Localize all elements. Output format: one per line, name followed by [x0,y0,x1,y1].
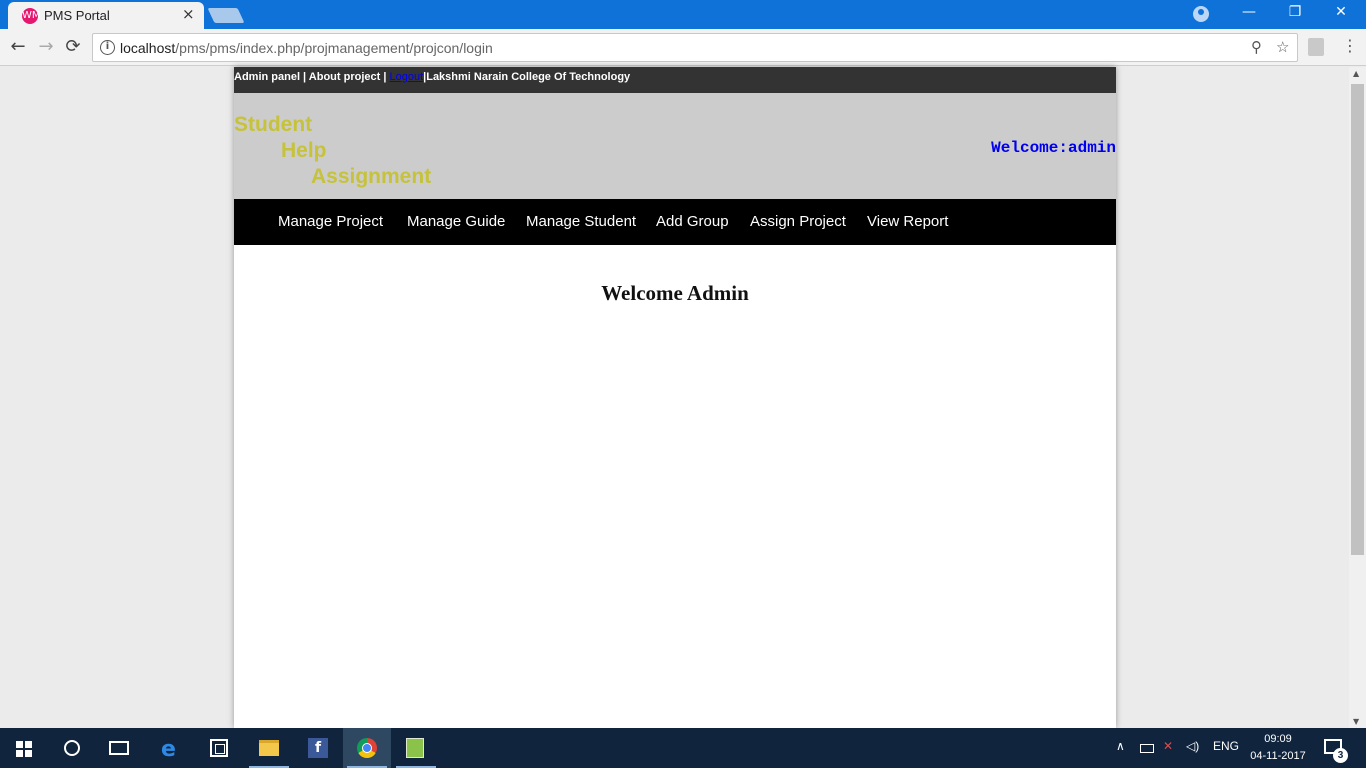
menu-assign-project[interactable]: Assign Project [750,213,846,230]
tray-overflow-icon[interactable]: ∧ [1116,739,1125,753]
scroll-up-icon[interactable]: ▲ [1353,69,1359,78]
scroll-down-icon[interactable]: ▼ [1353,717,1359,726]
browser-toolbar: ← → ⟳ i localhost/pms/pms/index.php/proj… [0,29,1366,66]
facebook-icon: f [308,738,328,758]
taskbar-edge[interactable]: e [147,728,195,768]
network-icon[interactable]: ✕ [1163,739,1173,753]
menu-add-group[interactable]: Add Group [656,213,729,230]
forward-icon[interactable]: → [35,36,57,57]
menu-manage-project[interactable]: Manage Project [278,213,383,230]
pdf-extension-icon[interactable] [1308,38,1324,56]
back-icon[interactable]: ← [7,36,29,57]
notepad-icon [406,738,424,758]
site-info-icon[interactable]: i [100,40,115,55]
reload-icon[interactable]: ⟳ [62,36,84,57]
profile-icon[interactable] [1193,6,1209,22]
task-view-button[interactable] [96,728,144,768]
bookmark-star-icon[interactable]: ☆ [1276,38,1289,56]
page-scrollbar[interactable]: ▲ ▼ [1349,67,1366,728]
battery-icon[interactable] [1140,744,1154,753]
page-container: Admin panel | About project | Logout|Lak… [234,67,1116,728]
cortana-icon [64,740,80,756]
clock[interactable]: 09:09 04-11-2017 [1248,731,1308,765]
top-info-bar: Admin panel | About project | Logout|Lak… [234,67,1116,93]
zoom-icon[interactable]: ⚲ [1251,38,1262,56]
college-name: |Lakshmi Narain College Of Technology [423,71,631,83]
page-title: Welcome Admin [601,281,749,305]
welcome-user-label: Welcome:admin [991,139,1116,157]
menu-manage-guide[interactable]: Manage Guide [407,213,505,230]
close-window-icon[interactable]: ✕ [1326,4,1356,20]
taskbar-file-explorer[interactable] [245,728,293,768]
notification-count-badge: 3 [1333,748,1348,763]
windows-taskbar: e f ∧ ✕ ◁) ENG 09:09 04-11-2017 3 [0,728,1366,768]
main-menu: Manage Project Manage Guide Manage Stude… [234,199,1116,245]
tab-title: PMS Portal [44,8,110,23]
folder-icon [259,740,279,756]
restore-icon[interactable]: ❐ [1280,4,1310,20]
new-tab-button[interactable] [207,8,245,23]
url-text: localhost/pms/pms/index.php/projmanageme… [120,40,493,56]
minimize-icon[interactable]: — [1234,4,1264,20]
browser-menu-icon[interactable]: ⋮ [1342,36,1358,55]
scroll-thumb[interactable] [1351,84,1364,555]
volume-icon[interactable]: ◁) [1186,739,1199,753]
menu-view-report[interactable]: View Report [867,213,948,230]
task-view-icon [109,741,129,755]
admin-panel-text: Admin panel | About project | [234,71,390,83]
logo-line-assignment: Assignment [311,165,432,188]
clock-time: 09:09 [1264,733,1292,745]
taskbar-facebook[interactable]: f [294,728,342,768]
chrome-icon [357,738,377,758]
tab-close-icon[interactable]: × [182,5,195,23]
url-host: localhost [120,40,176,56]
taskbar-notepad[interactable] [392,728,440,768]
start-button[interactable] [0,728,48,768]
logo-line-student: Student [234,113,313,136]
windows-logo-icon [16,741,32,757]
address-bar[interactable]: i localhost/pms/pms/index.php/projmanage… [92,33,1298,62]
language-indicator[interactable]: ENG [1213,739,1239,753]
browser-tabstrip: WM PMS Portal × — ❐ ✕ [0,0,1366,29]
taskbar-store[interactable] [195,728,243,768]
edge-icon: e [161,737,176,762]
clock-date: 04-11-2017 [1250,750,1306,762]
xampp-favicon-icon: WM [22,8,41,24]
logout-link[interactable]: Logout [389,71,423,83]
menu-manage-student[interactable]: Manage Student [526,213,636,230]
logo-line-help: Help [281,139,327,162]
url-path: /pms/pms/index.php/projmanagement/projco… [175,40,493,56]
search-button[interactable] [48,728,96,768]
store-icon [210,739,228,757]
browser-tab-pms-portal[interactable]: WM PMS Portal × [8,2,204,29]
site-header: Student Help Assignment Welcome:admin [234,93,1116,199]
taskbar-chrome[interactable] [343,728,391,768]
